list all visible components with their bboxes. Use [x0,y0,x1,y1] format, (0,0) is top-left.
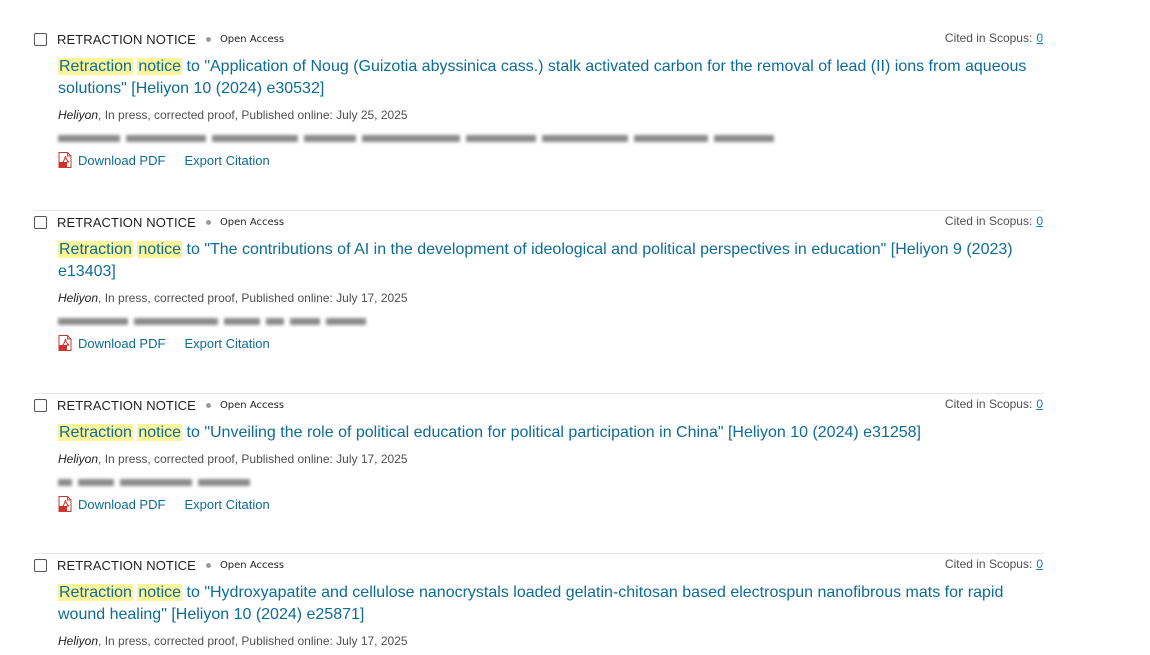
article-type-label: RETRACTION NOTICE [57,31,196,47]
export-citation-link[interactable]: Export Citation [184,336,269,351]
article-type-label: RETRACTION NOTICE [57,397,196,413]
journal-name: Heliyon [58,291,99,305]
cited-in-scopus: Cited in Scopus: 0 [945,214,1043,228]
open-access-label: Open Access [219,399,285,411]
select-checkbox[interactable] [34,215,47,229]
title-text: to "The contributions of AI in the devel… [58,241,1013,280]
result-item: RETRACTION NOTICE Open Access Cited in S… [34,395,1044,554]
select-checkbox[interactable] [34,398,47,412]
open-access-label: Open Access [219,559,285,571]
title-highlight: notice [137,241,183,258]
pdf-icon [58,152,72,168]
export-citation-link[interactable]: Export Citation [184,497,269,512]
export-citation-link[interactable]: Export Citation [184,153,269,168]
result-title-link[interactable]: Retraction notice to "Application of Nou… [58,56,1033,100]
authors-redacted [58,477,1044,488]
result-title-link[interactable]: Retraction notice to "Hydroxyapatite and… [58,582,1033,626]
publication-info: , In press, corrected proof, Published o… [98,108,408,122]
cited-count-link[interactable]: 0 [1036,397,1043,411]
publication-info: , In press, corrected proof, Published o… [98,452,408,466]
result-item: RETRACTION NOTICE Open Access Cited in S… [34,29,1044,211]
download-pdf-link[interactable]: Download PDF [78,336,165,351]
cited-in-scopus: Cited in Scopus: 0 [945,31,1043,45]
journal-name: Heliyon [58,108,99,122]
separator-dot [205,402,211,408]
result-meta: RETRACTION NOTICE Open Access Cited in S… [34,395,1044,415]
cited-label: Cited in Scopus: [944,31,1033,45]
separator-dot [205,219,211,225]
result-title-link[interactable]: Retraction notice to "Unveiling the role… [58,422,1033,444]
publication-info: , In press, corrected proof, Published o… [98,291,408,305]
download-pdf-link[interactable]: Download PDF [78,153,165,168]
result-meta: RETRACTION NOTICE Open Access Cited in S… [34,212,1044,232]
result-source: Heliyon, In press, corrected proof, Publ… [58,451,1044,467]
cited-in-scopus: Cited in Scopus: 0 [945,557,1043,571]
pdf-icon [58,496,72,512]
journal-name: Heliyon [58,634,99,648]
authors-redacted [58,133,1044,144]
cited-count-link[interactable]: 0 [1036,557,1043,571]
title-text: to "Application of Noug (Guizotia abyssi… [58,58,1027,97]
result-source: Heliyon, In press, corrected proof, Publ… [58,107,1044,123]
authors-redacted [58,316,1044,327]
open-access-label: Open Access [219,216,285,228]
cited-count-link[interactable]: 0 [1036,31,1043,45]
cited-label: Cited in Scopus: [944,214,1033,228]
title-text: to "Unveiling the role of political educ… [182,424,921,441]
title-highlight: Retraction [58,424,133,441]
title-highlight: notice [137,424,183,441]
cited-label: Cited in Scopus: [944,557,1033,571]
pdf-icon [58,335,72,351]
title-highlight: notice [137,58,183,75]
open-access-label: Open Access [219,33,285,45]
search-results-list: RETRACTION NOTICE Open Access Cited in S… [34,29,1044,655]
title-highlight: Retraction [58,58,133,75]
title-highlight: notice [137,584,183,601]
article-type-label: RETRACTION NOTICE [57,557,196,573]
result-meta: RETRACTION NOTICE Open Access Cited in S… [34,555,1044,575]
separator-dot [205,562,211,568]
result-meta: RETRACTION NOTICE Open Access Cited in S… [34,29,1044,49]
article-type-label: RETRACTION NOTICE [57,214,196,230]
select-checkbox[interactable] [34,558,47,572]
publication-info: , In press, corrected proof, Published o… [98,634,408,648]
select-checkbox[interactable] [34,32,47,46]
result-title-link[interactable]: Retraction notice to "The contributions … [58,239,1033,283]
cited-in-scopus: Cited in Scopus: 0 [945,397,1043,411]
cited-label: Cited in Scopus: [944,397,1033,411]
journal-name: Heliyon [58,452,99,466]
result-actions: Download PDF Export Citation [58,494,1044,514]
download-pdf-link[interactable]: Download PDF [78,497,165,512]
separator-dot [205,36,211,42]
result-source: Heliyon, In press, corrected proof, Publ… [58,290,1044,306]
cited-count-link[interactable]: 0 [1036,214,1043,228]
result-item: RETRACTION NOTICE Open Access Cited in S… [34,555,1044,655]
result-actions: Download PDF Export Citation [58,333,1044,353]
result-item: RETRACTION NOTICE Open Access Cited in S… [34,212,1044,394]
title-highlight: Retraction [58,584,133,601]
result-source: Heliyon, In press, corrected proof, Publ… [58,633,1044,649]
result-actions: Download PDF Export Citation [58,150,1044,170]
title-text: to "Hydroxyapatite and cellulose nanocry… [58,584,1004,623]
title-highlight: Retraction [58,241,133,258]
